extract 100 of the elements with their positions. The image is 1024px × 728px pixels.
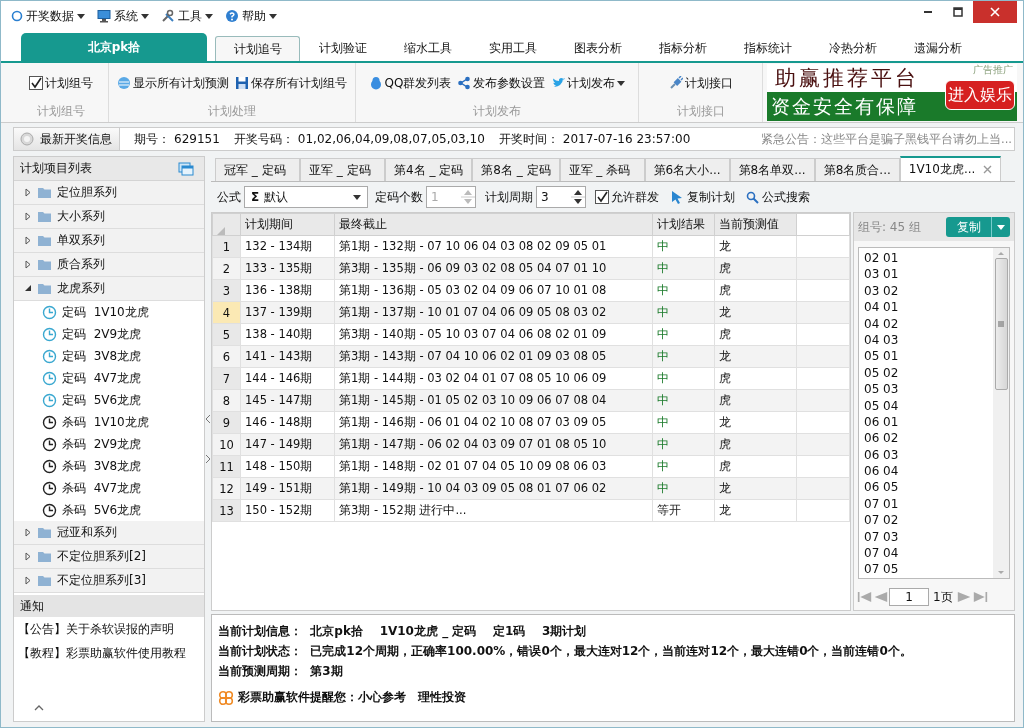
- list-item[interactable]: 03 02: [864, 282, 993, 300]
- document-tab[interactable]: 第8名质合...: [814, 158, 900, 181]
- list-item[interactable]: 05 04: [864, 397, 993, 414]
- row-number[interactable]: 2: [212, 257, 241, 280]
- list-item[interactable]: 04 03: [864, 331, 993, 349]
- list-item[interactable]: 06 04: [864, 463, 993, 480]
- checkbox[interactable]: [28, 76, 43, 90]
- list-item[interactable]: 05 03: [864, 381, 993, 398]
- dropdown-button[interactable]: 计划发布: [551, 74, 626, 92]
- document-tab[interactable]: 亚军 _ 定码: [300, 158, 385, 181]
- list-item[interactable]: 06 03: [864, 446, 993, 464]
- row-number[interactable]: 4: [212, 301, 241, 324]
- notice-link[interactable]: 【教程】彩票助赢软件使用教程: [14, 641, 204, 665]
- document-tab[interactable]: 第8名单双...: [729, 158, 815, 181]
- number-field[interactable]: 3: [536, 186, 586, 208]
- document-tab[interactable]: 1V10龙虎...: [899, 156, 1002, 181]
- first-page-button[interactable]: [857, 590, 872, 604]
- tree-item[interactable]: 不定位胆系列[2]: [14, 545, 204, 569]
- column-header[interactable]: 计划结果: [652, 213, 715, 236]
- latest-draw-button[interactable]: 最新开奖信息: [14, 128, 120, 150]
- document-tab[interactable]: 冠军 _ 定码: [215, 158, 300, 181]
- scrollbar[interactable]: [993, 248, 1009, 578]
- list-item[interactable]: 06 05: [864, 479, 993, 496]
- main-tab[interactable]: 计划追号: [215, 36, 300, 61]
- list-item[interactable]: 07 03: [864, 528, 993, 546]
- main-tab[interactable]: 指标分析: [640, 36, 725, 61]
- copy-plan-button[interactable]: 复制计划: [670, 188, 735, 206]
- ribbon-button[interactable]: 显示所有计划预测: [117, 74, 229, 92]
- row-number[interactable]: 13: [212, 499, 241, 522]
- list-item[interactable]: 07 05: [864, 561, 993, 578]
- list-item[interactable]: 06 01: [864, 413, 993, 431]
- list-item[interactable]: 04 01: [864, 299, 993, 316]
- dropdown-button[interactable]: [992, 217, 1010, 237]
- column-header[interactable]: 计划期间: [240, 213, 335, 236]
- notice-link[interactable]: 【公告】关于杀软误报的声明: [14, 617, 204, 641]
- last-page-button[interactable]: [972, 590, 988, 604]
- formula-select[interactable]: Σ 默认: [244, 186, 368, 208]
- main-tab[interactable]: 计划验证: [300, 36, 385, 61]
- menu-item[interactable]: 开奖数据: [11, 7, 85, 25]
- list-item[interactable]: 07 02: [864, 512, 993, 529]
- column-header[interactable]: 最终截止: [334, 213, 653, 236]
- checkbox-label[interactable]: 计划组号: [44, 74, 93, 92]
- main-tab[interactable]: 冷热分析: [810, 36, 895, 61]
- formula-search-button[interactable]: 公式搜索: [746, 188, 810, 206]
- row-number[interactable]: 6: [212, 345, 241, 368]
- ribbon-button[interactable]: 计划接口: [668, 74, 733, 92]
- tree-item[interactable]: 冠亚和系列: [14, 521, 204, 545]
- menu-item[interactable]: 工具: [161, 7, 213, 25]
- row-number[interactable]: 3: [212, 279, 241, 302]
- list-item[interactable]: 07 01: [864, 495, 993, 513]
- document-tab[interactable]: 第8名 _ 定码: [472, 158, 560, 181]
- menu-item[interactable]: 系统: [97, 7, 149, 25]
- ribbon-button[interactable]: 保存所有计划组号: [235, 74, 347, 92]
- tree-item[interactable]: 质合系列: [14, 253, 204, 277]
- column-header[interactable]: 当前预测值: [714, 213, 797, 236]
- row-number[interactable]: 9: [212, 411, 241, 434]
- tree-item[interactable]: 龙虎系列: [14, 277, 204, 301]
- tree-item[interactable]: 单双系列: [14, 229, 204, 253]
- row-number[interactable]: 8: [212, 389, 241, 412]
- list-item[interactable]: 07 04: [864, 545, 993, 562]
- document-tab[interactable]: 第4名 _ 定码: [385, 158, 473, 181]
- list-item[interactable]: 06 02: [864, 430, 993, 447]
- tree-item[interactable]: 不定位胆系列[3]: [14, 569, 204, 593]
- next-page-button[interactable]: [956, 590, 972, 604]
- checkbox[interactable]: [595, 190, 609, 204]
- enter-button[interactable]: 进入娱乐: [945, 80, 1015, 110]
- checkbox-label[interactable]: 允许群发: [611, 188, 659, 206]
- row-number[interactable]: 7: [212, 367, 241, 390]
- copy-button[interactable]: 复制: [946, 217, 992, 237]
- lottery-tab[interactable]: 北京pk拾: [21, 33, 207, 61]
- document-tab[interactable]: 第6名大小...: [644, 158, 730, 181]
- row-number[interactable]: 12: [212, 477, 241, 500]
- main-tab[interactable]: 实用工具: [470, 36, 555, 61]
- list-item[interactable]: 05 02: [864, 364, 993, 382]
- document-tab[interactable]: 亚军 _ 杀码: [559, 158, 645, 181]
- table-cell: 第3期 - 135期 - 06 09 03 02 08 05 04 07 01 10: [334, 257, 653, 280]
- page-field[interactable]: 1: [889, 588, 929, 606]
- tree-item[interactable]: 大小系列: [14, 205, 204, 229]
- notice-ticker: 紧急公告：这些平台是骗子黑钱平台请勿上当...: [761, 131, 1013, 147]
- list-item[interactable]: 02 01: [864, 250, 993, 267]
- close-icon: [983, 165, 993, 174]
- ad-banner[interactable]: 助赢推荐平台 广告推广 资金安全有保障 进入娱乐: [767, 64, 1017, 121]
- menu-item[interactable]: 帮助: [225, 7, 277, 25]
- ribbon-button[interactable]: QQ群发列表: [368, 74, 452, 92]
- table-cell: 144 - 146期: [240, 367, 335, 390]
- main-tab[interactable]: 图表分析: [555, 36, 640, 61]
- list-item[interactable]: 05 01: [864, 348, 993, 365]
- list-item[interactable]: 04 02: [864, 315, 993, 332]
- row-number[interactable]: 11: [212, 455, 241, 478]
- row-number[interactable]: 1: [212, 235, 241, 258]
- main-tab[interactable]: 遗漏分析: [895, 36, 980, 61]
- main-tab[interactable]: 指标统计: [725, 36, 810, 61]
- previous-page-button[interactable]: [873, 590, 888, 604]
- tree-item[interactable]: 定位胆系列: [14, 181, 204, 205]
- main-tab[interactable]: 缩水工具: [385, 36, 470, 61]
- list-item[interactable]: 03 01: [864, 266, 993, 283]
- help-icon: [225, 9, 239, 23]
- ribbon-button[interactable]: 发布参数设置: [457, 74, 546, 92]
- row-number[interactable]: 5: [212, 323, 241, 346]
- row-number[interactable]: 10: [212, 433, 241, 456]
